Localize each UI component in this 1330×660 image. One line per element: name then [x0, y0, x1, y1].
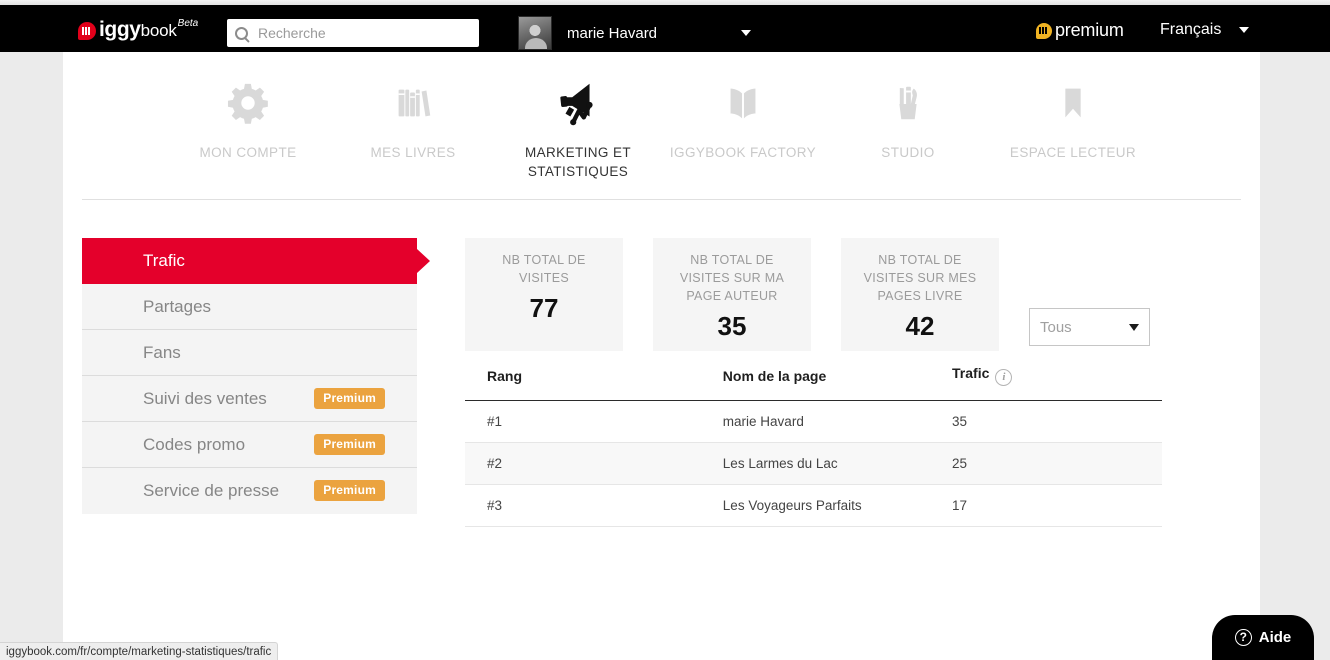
- nav-item-label: IGGYBOOK FACTORY: [669, 145, 817, 160]
- logo-mark-icon: [78, 22, 96, 40]
- table-row[interactable]: #3 Les Voyageurs Parfaits 17: [465, 484, 1162, 527]
- chevron-down-icon[interactable]: [1239, 27, 1250, 33]
- premium-badge: Premium: [314, 388, 385, 409]
- stat-card-value: 42: [905, 311, 935, 341]
- megaphone-chart-icon: [488, 72, 668, 134]
- search-icon: [235, 26, 248, 40]
- chevron-down-icon: [1129, 323, 1139, 331]
- traffic-table: Rang Nom de la page Trafic i #1 marie Hav…: [465, 365, 1162, 527]
- status-bar-link-preview: iggybook.com/fr/compte/marketing-statist…: [0, 642, 279, 660]
- user-menu[interactable]: marie Havard: [518, 15, 752, 51]
- nav-item-espace-lecteur[interactable]: ESPACE LECTEUR: [983, 72, 1163, 162]
- table-header-rang: Rang: [465, 365, 723, 401]
- table-header-trafic: Trafic i: [952, 365, 1162, 401]
- table-row[interactable]: #1 marie Havard 35: [465, 400, 1162, 443]
- cell-rang: #2: [465, 442, 723, 485]
- sidebar-item-label: Codes promo: [143, 434, 246, 454]
- nav-item-label: STUDIO: [881, 145, 935, 160]
- open-book-icon: [653, 72, 833, 134]
- help-button-label: Aide: [1258, 629, 1292, 646]
- stat-card-value: 77: [529, 293, 559, 323]
- premium-badge: Premium: [314, 434, 385, 455]
- content-shell: MON COMPTE MES LIVRES MARKETING ET STATI…: [63, 52, 1260, 660]
- sidebar-item-service-de-presse[interactable]: Service de presse Premium: [82, 468, 417, 514]
- info-icon[interactable]: i: [995, 369, 1013, 386]
- search-box[interactable]: [227, 19, 479, 47]
- stat-card-title: NB TOTAL DE VISITES SUR MA PAGE AUTEUR: [679, 253, 785, 303]
- sidebar-item-label: Service de presse: [143, 481, 280, 500]
- premium-badge: Premium: [314, 480, 385, 501]
- nav-item-mon-compte[interactable]: MON COMPTE: [158, 72, 338, 162]
- filter-select-value: Tous: [1040, 318, 1072, 336]
- question-mark-icon: ?: [1234, 629, 1252, 646]
- chevron-down-icon[interactable]: [741, 30, 752, 36]
- cell-trafic: 35: [952, 400, 1162, 443]
- iggybook-logo[interactable]: iggy book Beta: [78, 19, 198, 43]
- stat-card-value: 35: [717, 311, 747, 341]
- sidebar-item-label: Trafic: [143, 251, 185, 270]
- sidebar-item-fans[interactable]: Fans: [82, 330, 417, 376]
- cell-rang: #3: [465, 484, 723, 527]
- stat-card-total-visites: NB TOTAL DE VISITES 77: [465, 238, 623, 351]
- table-row[interactable]: #2 Les Larmes du Lac 25: [465, 442, 1162, 485]
- logo-name: iggy: [99, 18, 141, 41]
- sidebar-item-label: Fans: [143, 342, 181, 362]
- sidebar-item-partages[interactable]: Partages: [82, 284, 417, 330]
- logo-beta-tag: Beta: [177, 18, 199, 29]
- active-arrow-icon: [417, 249, 430, 273]
- language-selector[interactable]: Français: [1160, 21, 1250, 39]
- nav-item-label: ESPACE LECTEUR: [1009, 145, 1137, 160]
- cell-nom: Les Larmes du Lac: [722, 442, 953, 485]
- table-header-nom: Nom de la page: [722, 365, 953, 401]
- nav-item-marketing-statistiques[interactable]: MARKETING ET STATISTIQUES: [488, 72, 668, 181]
- page-root: iggy book Beta marie Havard premium Fran…: [0, 0, 1330, 660]
- table-body: #1 marie Havard 35 #2 Les Larmes du Lac …: [465, 400, 1162, 527]
- stat-card-title: NB TOTAL DE VISITES SUR MES PAGES LIVRE: [863, 253, 977, 303]
- nav-divider: [82, 199, 1241, 200]
- sidebar-item-trafic[interactable]: Trafic: [82, 238, 430, 284]
- cell-trafic: 25: [952, 442, 1162, 485]
- help-button[interactable]: ? Aide: [1212, 615, 1314, 660]
- sidebar: Trafic Partages Fans Suivi des ventes Pr…: [82, 238, 430, 514]
- user-name: marie Havard: [567, 24, 658, 42]
- premium-link[interactable]: premium: [1036, 20, 1124, 41]
- sidebar-item-codes-promo[interactable]: Codes promo Premium: [82, 422, 417, 468]
- premium-label: premium: [1055, 20, 1124, 40]
- nav-item-iggybook-factory[interactable]: IGGYBOOK FACTORY: [653, 72, 833, 162]
- logo-suffix: book: [140, 21, 177, 40]
- table-header-row: Rang Nom de la page Trafic i: [465, 365, 1162, 401]
- cell-trafic: 17: [952, 484, 1162, 527]
- pencil-cup-icon: [818, 72, 998, 134]
- stat-card-visites-pages-livre: NB TOTAL DE VISITES SUR MES PAGES LIVRE …: [841, 238, 999, 351]
- premium-logo-icon: [1036, 22, 1052, 39]
- cell-rang: #1: [465, 400, 723, 443]
- table-header-trafic-label: Trafic: [952, 365, 990, 381]
- bookmark-icon: [983, 72, 1163, 134]
- main-nav: MON COMPTE MES LIVRES MARKETING ET STATI…: [63, 52, 1260, 207]
- sidebar-item-label: Partages: [143, 296, 212, 316]
- site-header: iggy book Beta marie Havard premium Fran…: [0, 5, 1330, 52]
- filter-select[interactable]: Tous: [1029, 308, 1150, 346]
- sidebar-item-label: Suivi des ventes: [143, 388, 267, 408]
- books-icon: [323, 72, 503, 134]
- cell-nom: Les Voyageurs Parfaits: [722, 484, 953, 527]
- table-head: Rang Nom de la page Trafic i: [465, 365, 1162, 401]
- gear-icon: [158, 72, 338, 134]
- sidebar-item-suivi-des-ventes[interactable]: Suivi des ventes Premium: [82, 376, 417, 422]
- nav-item-label: MARKETING ET STATISTIQUES: [524, 145, 632, 179]
- cell-nom: marie Havard: [722, 400, 953, 443]
- stat-card-title: NB TOTAL DE VISITES: [502, 253, 586, 285]
- search-input[interactable]: [256, 24, 471, 42]
- language-label: Français: [1160, 21, 1222, 38]
- nav-item-label: MES LIVRES: [370, 145, 456, 160]
- nav-item-label: MON COMPTE: [199, 145, 297, 160]
- nav-item-mes-livres[interactable]: MES LIVRES: [323, 72, 503, 162]
- avatar: [518, 16, 552, 50]
- nav-item-studio[interactable]: STUDIO: [818, 72, 998, 162]
- stat-card-visites-page-auteur: NB TOTAL DE VISITES SUR MA PAGE AUTEUR 3…: [653, 238, 811, 351]
